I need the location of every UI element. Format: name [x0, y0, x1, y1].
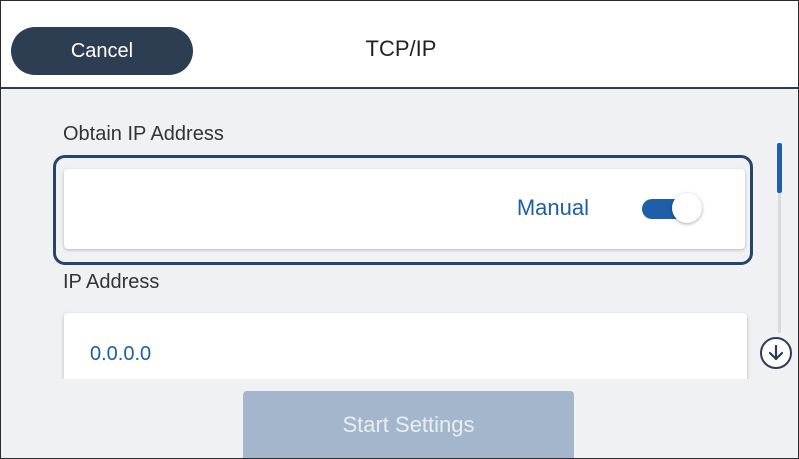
toggle-knob — [672, 193, 702, 223]
ip-address-value: 0.0.0.0 — [90, 343, 152, 365]
ip-address-field[interactable]: 0.0.0.0 — [64, 313, 747, 379]
screen-frame: Cancel TCP/IP Obtain IP Address Manual I… — [0, 0, 799, 459]
start-settings-button[interactable]: Start Settings — [243, 391, 574, 458]
scrollbar-thumb[interactable] — [777, 143, 782, 193]
cancel-button[interactable]: Cancel — [11, 27, 193, 75]
ip-address-label: IP Address — [63, 271, 160, 293]
page-title: TCP/IP — [365, 36, 437, 61]
manual-toggle-switch[interactable] — [638, 193, 706, 225]
footer-bar: Start Settings — [1, 379, 798, 458]
obtain-ip-option[interactable]: Manual — [64, 169, 745, 249]
settings-content: Obtain IP Address Manual IP Address 0.0.… — [1, 89, 798, 379]
arrow-down-circle-icon — [768, 344, 784, 361]
header-bar: Cancel TCP/IP — [1, 1, 798, 89]
obtain-ip-label: Obtain IP Address — [63, 123, 224, 145]
scroll-down-button[interactable] — [760, 337, 792, 369]
obtain-ip-value: Manual — [516, 195, 589, 220]
